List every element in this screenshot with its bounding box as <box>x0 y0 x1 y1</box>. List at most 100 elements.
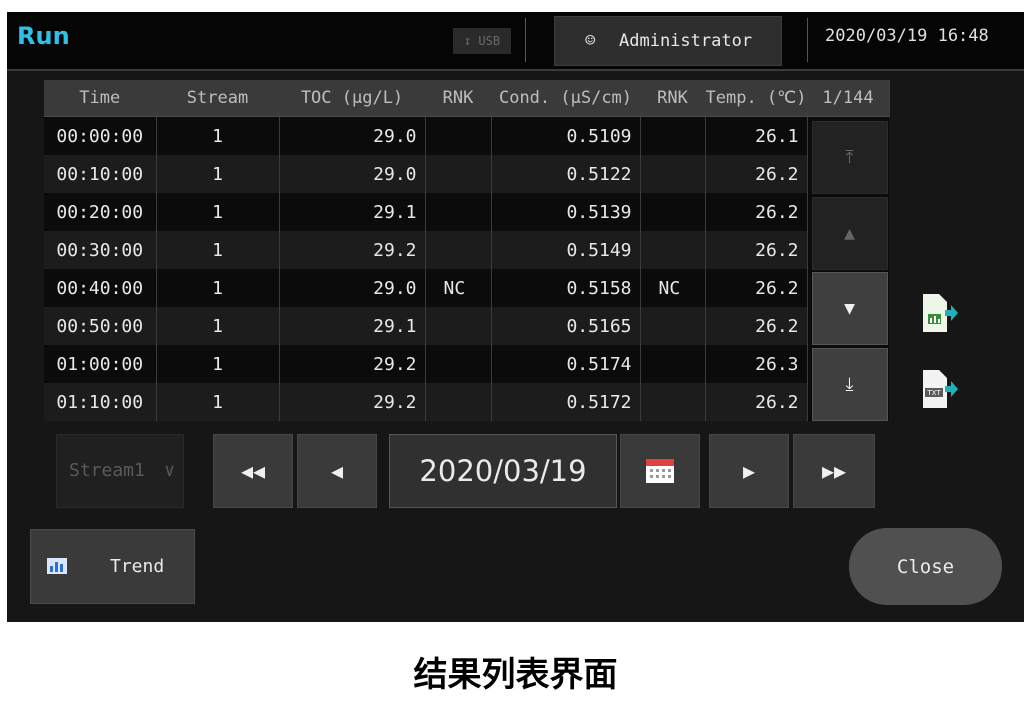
last-date-button[interactable]: ▶▶ <box>793 434 875 508</box>
stream-select[interactable]: Stream1 ∨ <box>56 434 184 508</box>
cell-temperature: 26.2 <box>705 269 808 307</box>
scroll-up-button[interactable]: ▲ <box>811 197 888 270</box>
user-button[interactable]: ☺ Administrator <box>554 16 782 66</box>
stream-select-value: Stream1 <box>69 460 145 481</box>
first-date-button[interactable]: ◀◀ <box>213 434 293 508</box>
column-header: Time <box>44 80 157 117</box>
calendar-icon <box>646 459 674 483</box>
cell-toc-rank <box>425 383 492 421</box>
user-label: Administrator <box>619 31 753 51</box>
cell-time: 01:00:00 <box>44 345 157 383</box>
cell-stream: 1 <box>156 116 280 155</box>
scroll-to-bottom-button[interactable]: ⤓ <box>811 348 888 421</box>
cell-toc: 29.2 <box>279 231 426 269</box>
calendar-button[interactable] <box>620 434 700 508</box>
cell-temperature: 26.2 <box>705 193 808 231</box>
cell-conductivity: 0.5158 <box>491 269 641 307</box>
table-row[interactable]: 00:30:00 1 29.2 0.5149 26.2 <box>44 231 889 269</box>
cell-conductivity: 0.5139 <box>491 193 641 231</box>
svg-text:TXT: TXT <box>926 389 941 397</box>
cell-cond-rank <box>640 345 706 383</box>
column-header: Temp. (℃) <box>705 80 808 117</box>
scroll-panel: ⤒ ▲ ▼ ⤓ <box>807 116 889 421</box>
cell-toc-rank <box>425 155 492 193</box>
cell-toc-rank <box>425 307 492 345</box>
column-header: RNK <box>640 80 706 117</box>
cell-toc: 29.1 <box>279 307 426 345</box>
user-icon: ☺ <box>585 31 596 51</box>
cell-stream: 1 <box>156 193 280 231</box>
cell-stream: 1 <box>156 231 280 269</box>
table-row[interactable]: 00:40:00 1 29.0 NC 0.5158 NC 26.2 <box>44 269 889 307</box>
cell-cond-rank <box>640 193 706 231</box>
scroll-up-icon: ▲ <box>844 223 855 244</box>
next-date-button[interactable]: ▶ <box>709 434 789 508</box>
cell-temperature: 26.1 <box>705 116 808 155</box>
cell-toc-rank <box>425 231 492 269</box>
column-header: Cond. (µS/cm) <box>491 80 641 117</box>
cell-temperature: 26.3 <box>705 345 808 383</box>
cell-conductivity: 0.5172 <box>491 383 641 421</box>
trend-button[interactable]: Trend <box>30 529 195 604</box>
close-button[interactable]: Close <box>849 528 1002 605</box>
previous-date-button[interactable]: ◀ <box>297 434 377 508</box>
cell-stream: 1 <box>156 383 280 421</box>
table-row[interactable]: 01:10:00 1 29.2 0.5172 26.2 <box>44 383 889 421</box>
double-chevron-right-icon: ▶▶ <box>821 459 847 483</box>
scroll-to-top-button[interactable]: ⤒ <box>811 121 888 194</box>
txt-export-button[interactable]: TXT <box>919 368 959 412</box>
cell-conductivity: 0.5174 <box>491 345 641 383</box>
cell-toc: 29.0 <box>279 269 426 307</box>
cell-time: 00:30:00 <box>44 231 157 269</box>
cell-toc-rank <box>425 193 492 231</box>
cell-time: 00:50:00 <box>44 307 157 345</box>
csv-export-button[interactable] <box>919 292 959 336</box>
cell-time: 00:00:00 <box>44 116 157 155</box>
table-row[interactable]: 00:00:00 1 29.0 0.5109 26.1 ⤒ ▲ ▼ ⤓ <box>44 116 889 421</box>
table-header-row: Time Stream TOC (µg/L) RNK Cond. (µS/cm)… <box>44 80 890 117</box>
table-row[interactable]: 00:20:00 1 29.1 0.5139 26.2 <box>44 193 889 231</box>
table-row[interactable]: 00:50:00 1 29.1 0.5165 26.2 <box>44 307 889 345</box>
cell-toc: 29.2 <box>279 383 426 421</box>
cell-temperature: 26.2 <box>705 231 808 269</box>
cell-toc: 29.2 <box>279 345 426 383</box>
cell-time: 00:20:00 <box>44 193 157 231</box>
cell-conductivity: 0.5165 <box>491 307 641 345</box>
cell-conductivity: 0.5109 <box>491 116 641 155</box>
scroll-to-bottom-icon: ⤓ <box>845 374 854 395</box>
run-screen: Run ↧ USB ☺ Administrator 2020/03/19 16:… <box>7 12 1024 622</box>
divider <box>525 18 526 62</box>
cell-cond-rank <box>640 116 706 155</box>
cell-stream: 1 <box>156 307 280 345</box>
cell-stream: 1 <box>156 269 280 307</box>
table-row[interactable]: 01:00:00 1 29.2 0.5174 26.3 <box>44 345 889 383</box>
chevron-left-icon: ◀ <box>330 459 344 483</box>
figure-caption: 结果列表界面 <box>413 655 618 695</box>
title-bar: Run ↧ USB ☺ Administrator 2020/03/19 16:… <box>7 12 1024 71</box>
date-field[interactable]: 2020/03/19 <box>389 434 617 508</box>
cell-time: 01:10:00 <box>44 383 157 421</box>
window-title: Run <box>17 22 70 50</box>
cell-toc: 29.1 <box>279 193 426 231</box>
cell-stream: 1 <box>156 345 280 383</box>
results-table: Time Stream TOC (µg/L) RNK Cond. (µS/cm)… <box>44 80 890 421</box>
divider <box>807 18 808 62</box>
usb-icon: ↧ <box>463 34 472 48</box>
cell-temperature: 26.2 <box>705 307 808 345</box>
cell-time: 00:10:00 <box>44 155 157 193</box>
cell-stream: 1 <box>156 155 280 193</box>
csv-export-icon <box>923 294 958 332</box>
cell-cond-rank <box>640 231 706 269</box>
usb-indicator: ↧ USB <box>453 28 511 54</box>
table-row[interactable]: 00:10:00 1 29.0 0.5122 26.2 <box>44 155 889 193</box>
scroll-down-button[interactable]: ▼ <box>811 272 888 345</box>
cell-toc: 29.0 <box>279 155 426 193</box>
cell-temperature: 26.2 <box>705 155 808 193</box>
cell-toc-rank: NC <box>425 269 492 307</box>
double-chevron-left-icon: ◀◀ <box>240 459 266 483</box>
column-header: Stream <box>156 80 280 117</box>
cell-conductivity: 0.5122 <box>491 155 641 193</box>
txt-export-icon: TXT <box>923 370 958 408</box>
date-time-display: 2020/03/19 16:48 <box>825 26 989 46</box>
scroll-down-icon: ▼ <box>844 298 855 319</box>
